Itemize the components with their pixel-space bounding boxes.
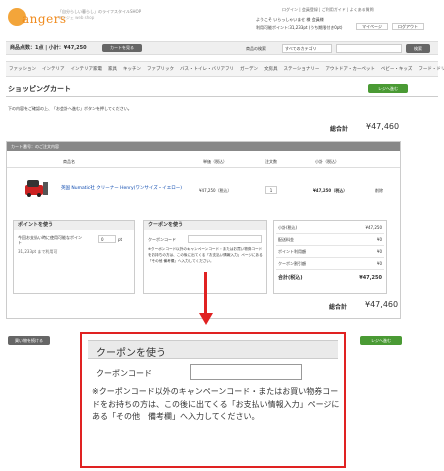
total-label-bottom: 総合計 (329, 304, 348, 311)
product-price: ¥47,250（税込） (199, 188, 232, 193)
nav-item[interactable]: インテリア (39, 66, 68, 72)
divider (6, 96, 438, 97)
col-price: 単価（税込） (203, 159, 227, 164)
page-title: ショッピングカート (8, 85, 71, 93)
arrow-down-icon (199, 313, 213, 325)
points-note: 31,233pt まで利用可 (18, 249, 58, 254)
nav-item[interactable]: インテリア家電 (68, 66, 106, 72)
instruction-text: 下の内容をご確認の上、「お会計へ進む」ボタンを押してください。 (8, 106, 132, 111)
summary-value: ¥0 (376, 237, 382, 242)
product-subtotal: ¥47,250（税込） (313, 188, 348, 193)
mypage-button[interactable]: マイページ (356, 23, 388, 30)
summary-divider (276, 269, 384, 270)
summary-divider (276, 257, 384, 258)
callout-note: ※クーポンコード以外のキャンペーンコード・またはお買い物券コードをお持ちの方は、… (92, 387, 340, 421)
cart-summary: 商品点数：1点 | 小計：¥47,250 (10, 45, 87, 51)
product-name-link[interactable]: 英国 Numatic社 クリーナー Henry(ワンサイズ・イエロー) (61, 186, 191, 192)
welcome-text: ようこそ いらっしゃいませ 様 会員様 (256, 17, 324, 22)
top-links[interactable]: ログイン | 会員登録 | ご利用ガイド | よくある質問 (282, 7, 374, 12)
coupon-callout: クーポンを使う クーポンコード ※クーポンコード以外のキャンペーンコード・または… (80, 332, 346, 468)
nav-item[interactable]: ファッション (6, 66, 39, 72)
col-subtotal: 小計（税込） (315, 159, 339, 164)
summary-label: ポイント利用額 (278, 249, 306, 254)
summary-value: ¥47,250 (365, 225, 382, 230)
total-label-top: 総合計 (330, 126, 349, 133)
nav-item[interactable]: ガーデン (237, 66, 261, 72)
points-title: ポイントを使う (14, 221, 134, 230)
total-value-top: ¥47,460 (366, 122, 400, 131)
tagline: 「自分らしい暮らし」のライフスタイルSHOP (58, 9, 142, 14)
summary-divider (276, 245, 384, 246)
points-box: ポイントを使う 今回お支払い時に使用可能なポイント 0 pt 31,233pt … (13, 220, 135, 294)
summary-total-value: ¥47,250 (359, 275, 382, 281)
cart-summary-bar: 商品点数：1点 | 小計：¥47,250 カートを見る 商品の検索 すべてのカテ… (6, 41, 438, 55)
search-label: 商品の検索 (246, 46, 266, 51)
table-divider (7, 167, 400, 168)
callout-title: クーポンを使う (96, 348, 166, 359)
callout-coupon-label: クーポンコード (96, 369, 152, 378)
cart-number: カート番号：のご注文内容 (7, 142, 400, 151)
points-input[interactable]: 0 (98, 235, 116, 243)
product-image[interactable] (23, 176, 49, 198)
page: angers 「自分らしい暮らし」のライフスタイルSHOP アンジェ web s… (0, 0, 444, 471)
search-input[interactable] (336, 44, 402, 53)
continue-shopping-button[interactable]: 買い物を続ける (8, 336, 50, 345)
arrow-line (204, 272, 207, 316)
nav-item[interactable]: ファブリック (144, 66, 177, 72)
nav-item[interactable]: キッチン (120, 66, 144, 72)
nav-item[interactable]: 家具 (105, 66, 120, 72)
coupon-input[interactable] (188, 235, 262, 243)
register-button-bottom[interactable]: レジへ進む (360, 336, 402, 345)
nav-item[interactable]: バス・トイレ・バリアフリ (177, 66, 237, 72)
summary-label: 小計(税込) (278, 225, 298, 230)
order-summary: 小計(税込) ¥47,250 配送料金 ¥0 ポイント利用額 ¥0 クーポン割引額 ¥0 合計(… (273, 220, 387, 294)
coupon-note: ※クーポンコード以外のキャンペーンコード・またはお買い物券コードをお持ちの方は、… (148, 247, 263, 263)
points-desc: 今回お支払い時に使用可能なポイント (18, 235, 82, 245)
total-value-bottom: ¥47,460 (365, 300, 399, 309)
summary-value: ¥0 (376, 249, 382, 254)
logout-button[interactable]: ログアウト (392, 23, 424, 30)
delete-link[interactable]: 削除 (375, 188, 383, 193)
nav-item[interactable]: ベビー・キッズ (378, 66, 416, 72)
coupon-label: クーポンコード (148, 237, 176, 242)
callout-header: クーポンを使う (88, 340, 338, 359)
nav-item[interactable]: 文房具 (261, 66, 281, 72)
category-nav: ファッション インテリア インテリア家電 家具 キッチン ファブリック バス・トイレ・バリア… (6, 61, 444, 77)
quantity-input[interactable]: 1 (265, 186, 277, 194)
summary-label: 配送料金 (278, 237, 294, 242)
col-qty: 注文数 (265, 159, 277, 164)
col-product: 商品名 (63, 159, 75, 164)
search-button[interactable]: 検索 (406, 44, 430, 53)
points-unit: pt (118, 237, 123, 242)
coupon-title: クーポンを使う (144, 221, 266, 230)
nav-item[interactable]: ステーショナリー (281, 66, 323, 72)
summary-divider (276, 233, 384, 234)
tagline-sub: アンジェ web shop (58, 15, 95, 20)
summary-total-label: 合計(税込) (278, 275, 303, 281)
nav-item[interactable]: フード・ドリンク (415, 66, 444, 72)
summary-value: ¥0 (376, 261, 382, 266)
register-button-top[interactable]: レジへ進む (368, 84, 408, 93)
points-text: 利用可能ポイント:31,233pt (うち期限付き0pt) (256, 25, 343, 30)
callout-coupon-input[interactable] (190, 364, 302, 380)
nav-item[interactable]: アウトドア・カーペット (322, 66, 378, 72)
summary-label: クーポン割引額 (278, 261, 306, 266)
search-category-select[interactable]: すべてのカテゴリ (282, 44, 332, 53)
view-cart-button[interactable]: カートを見る (102, 44, 142, 52)
